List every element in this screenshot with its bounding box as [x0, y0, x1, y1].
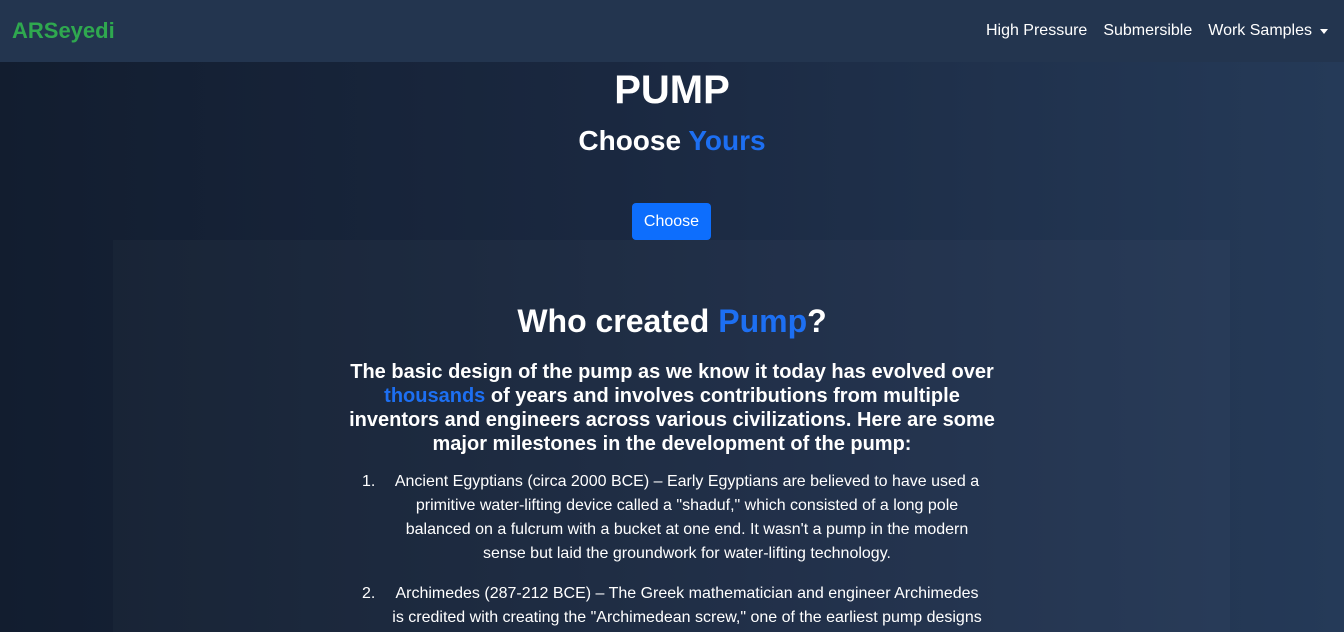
section-heading: Who created Pump? — [0, 296, 1344, 346]
heading-suffix: ? — [807, 303, 827, 339]
navbar: ARSeyedi High Pressure Submersible Work … — [0, 0, 1344, 62]
hero-subtitle: Choose Yours — [0, 124, 1344, 158]
page-title: PUMP — [614, 68, 730, 112]
nav-link-submersible[interactable]: Submersible — [1103, 22, 1192, 40]
milestone-list: 1. Ancient Egyptians (circa 2000 BCE) – … — [362, 470, 982, 630]
list-item: 1. Ancient Egyptians (circa 2000 BCE) – … — [362, 470, 982, 566]
nav-dropdown-label: Work Samples — [1208, 22, 1312, 39]
list-item-number: 2. — [362, 585, 376, 602]
subtitle-accent: Yours — [688, 125, 766, 156]
list-item: 2. Archimedes (287-212 BCE) – The Greek … — [362, 582, 982, 630]
history-section: Who created Pump? The basic design of th… — [0, 296, 1344, 632]
intro-prefix: The basic design of the pump as we know … — [350, 361, 994, 383]
intro-paragraph: The basic design of the pump as we know … — [347, 360, 997, 456]
nav-dropdown-work-samples[interactable]: Work Samples — [1208, 22, 1328, 40]
list-item-number: 1. — [362, 473, 376, 490]
choose-button[interactable]: Choose — [632, 203, 711, 240]
hero: PUMP Choose Yours — [0, 66, 1344, 158]
caret-down-icon — [1320, 28, 1328, 34]
list-item-text: Archimedes (287-212 BCE) – The Greek mat… — [392, 585, 982, 626]
nav-link-high-pressure[interactable]: High Pressure — [986, 22, 1087, 40]
nav-links: High Pressure Submersible Work Samples — [986, 22, 1328, 40]
intro-accent: thousands — [384, 385, 486, 407]
subtitle-prefix: Choose — [578, 125, 689, 156]
heading-prefix: Who created — [517, 303, 719, 339]
list-item-text: Ancient Egyptians (circa 2000 BCE) – Ear… — [394, 473, 980, 562]
heading-accent: Pump — [718, 303, 808, 339]
brand-logo[interactable]: ARSeyedi — [12, 18, 115, 44]
